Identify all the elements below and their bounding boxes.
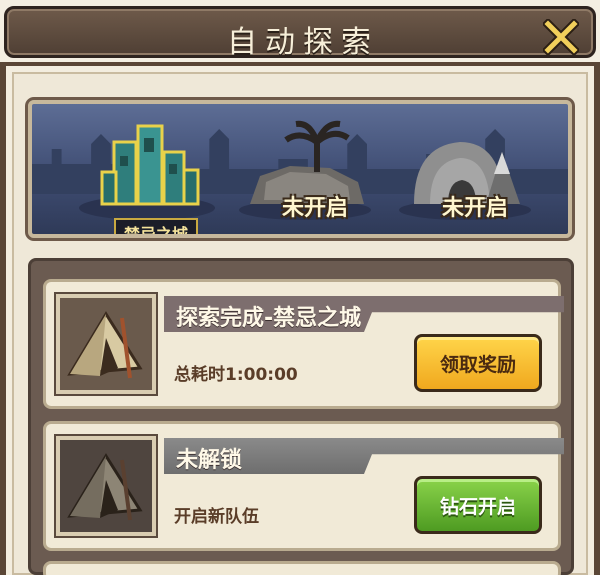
- map-slot-forbidden-city[interactable]: 禁忌之城: [72, 112, 222, 234]
- window-header: 自动探索: [0, 0, 600, 66]
- claim-reward-button[interactable]: 领取奖励: [414, 334, 542, 392]
- map-slot-label: 未开启: [281, 196, 348, 221]
- tent-icon: [67, 311, 143, 379]
- map-slot-label: 禁忌之城: [114, 218, 199, 234]
- window-title: 自动探索: [227, 25, 379, 60]
- team-card: 探索完成-禁忌之城 总耗时1:00:00 领取奖励: [43, 279, 564, 409]
- close-x-icon: [543, 19, 579, 55]
- card-title: 探索完成-禁忌之城: [176, 306, 362, 331]
- team-card: 未解锁 开启新队伍 钻石开启: [43, 421, 564, 551]
- map-slot-locked-1[interactable]: 未开启: [230, 112, 380, 234]
- team-card-list: 探索完成-禁忌之城 总耗时1:00:00 领取奖励 未解锁 开启新队伍 钻石开启: [28, 258, 574, 575]
- card-subtitle: 开启新队伍: [174, 507, 259, 527]
- title-bar: 自动探索: [4, 6, 596, 60]
- ruined-city-icon: [79, 124, 215, 220]
- map-slot-locked-2[interactable]: 未开启: [390, 112, 540, 234]
- map-slot-label: 未开启: [441, 196, 508, 221]
- tent-icon-frame: [54, 292, 158, 396]
- tent-icon-frame: [54, 434, 158, 538]
- tent-icon: [67, 453, 143, 521]
- close-button[interactable]: [541, 17, 581, 57]
- team-card-partial: [43, 561, 561, 575]
- card-subtitle: 总耗时1:00:00: [174, 365, 298, 385]
- card-title: 未解锁: [176, 448, 243, 473]
- map-selector: 禁忌之城 未开启 未开启: [25, 97, 575, 241]
- diamond-unlock-button[interactable]: 钻石开启: [414, 476, 542, 534]
